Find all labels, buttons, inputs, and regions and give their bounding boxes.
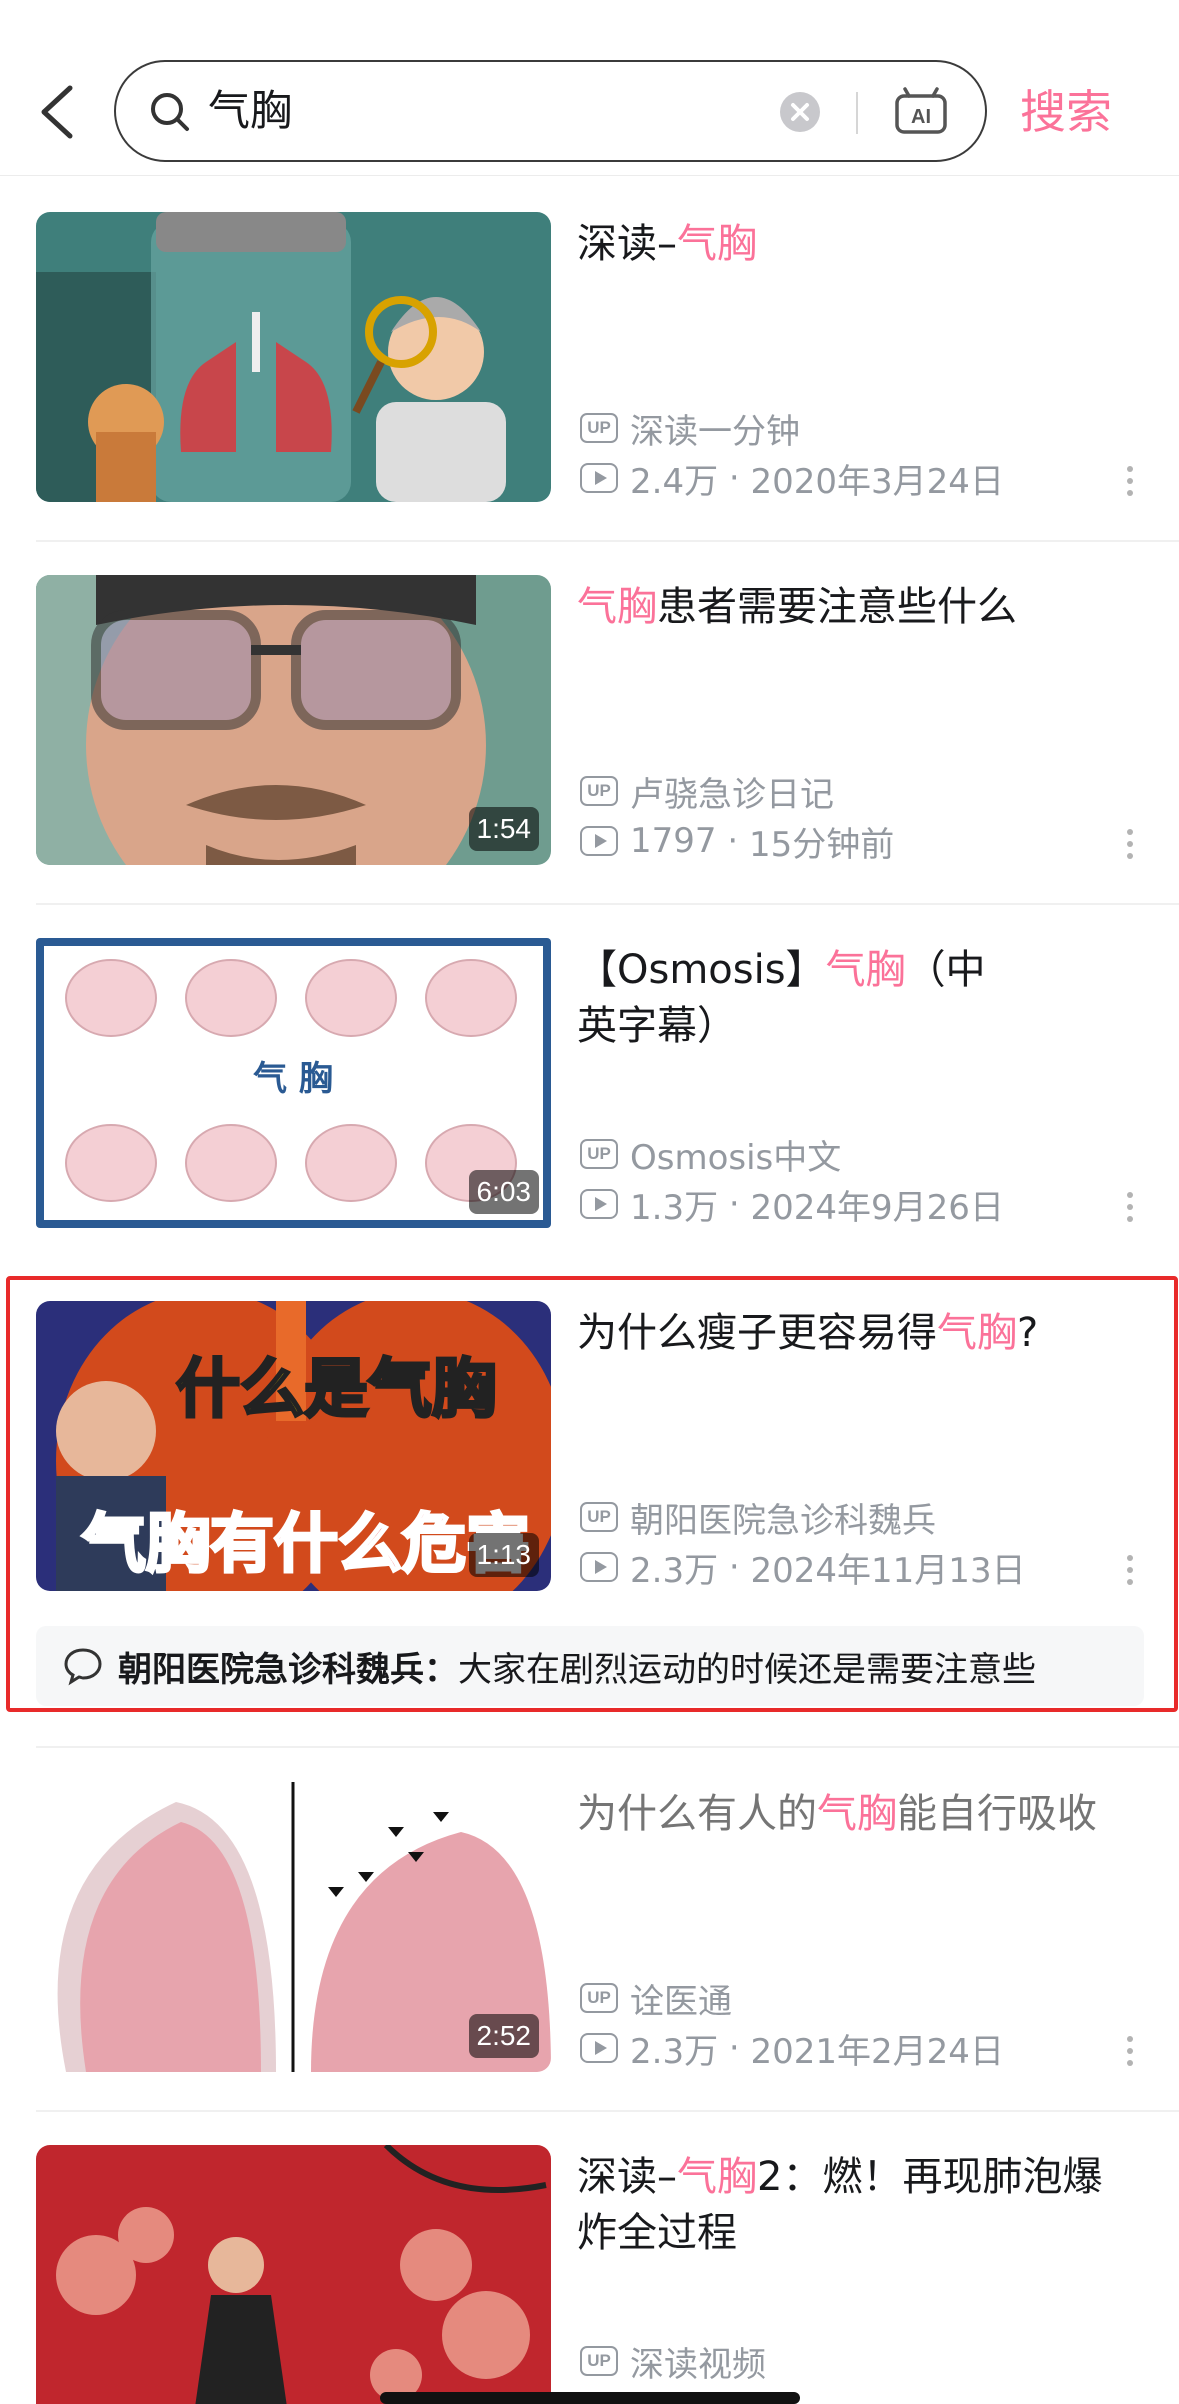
uploader-name: 深读一分钟	[630, 411, 800, 452]
more-options-icon[interactable]	[1124, 2036, 1136, 2076]
search-input[interactable]	[208, 78, 848, 144]
video-title[interactable]: 气胸患者需要注意些什么	[577, 579, 1147, 635]
view-count: 1797	[630, 821, 717, 861]
more-options-icon[interactable]	[1124, 466, 1136, 506]
search-button[interactable]: 搜索	[1020, 80, 1160, 144]
meta-separator: ·	[716, 821, 749, 861]
meta-row: 2.3万 · 2021年2月24日	[580, 2026, 1004, 2072]
publish-date: 2021年2月24日	[750, 2031, 1004, 2072]
title-text: 深读–	[577, 2154, 677, 2200]
view-count: 2.4万	[630, 461, 719, 502]
video-title[interactable]: 深读–气胸	[577, 216, 1147, 272]
meta-separator: ·	[718, 2028, 751, 2068]
highlight-annotation	[6, 1276, 1178, 1712]
ai-search-icon[interactable]: AI	[893, 86, 949, 138]
video-thumbnail[interactable]: 2:52	[36, 1782, 551, 2072]
search-header: AI 搜索	[0, 0, 1179, 176]
clear-icon[interactable]	[780, 92, 820, 132]
uploader-row[interactable]: UP 深读一分钟	[580, 406, 800, 452]
divider	[36, 1746, 1179, 1748]
video-duration: 2:52	[468, 2014, 539, 2058]
up-icon: UP	[580, 1983, 618, 2013]
video-thumbnail[interactable]: 气 胸 6:03	[36, 938, 551, 1228]
meta-row: 1.3万 · 2024年9月26日	[580, 1182, 1004, 1228]
search-bar[interactable]: AI	[114, 60, 987, 162]
uploader-name: Osmosis中文	[630, 1137, 842, 1178]
title-keyword: 气胸	[677, 2154, 757, 2200]
play-count-icon	[580, 2033, 618, 2063]
view-count: 2.3万	[630, 2031, 719, 2072]
title-keyword: 气胸	[817, 1791, 897, 1837]
divider	[36, 2110, 1179, 2112]
ai-label: AI	[911, 106, 931, 128]
video-thumbnail[interactable]	[36, 2145, 551, 2404]
video-thumbnail[interactable]: 1:54	[36, 575, 551, 865]
more-options-icon[interactable]	[1124, 1192, 1136, 1232]
title-text: 能自行吸收	[897, 1791, 1097, 1837]
play-count-icon	[580, 1189, 618, 1219]
publish-date: 15分钟前	[748, 824, 895, 865]
title-keyword: 气胸	[577, 584, 657, 630]
video-thumbnail[interactable]	[36, 212, 551, 502]
video-title[interactable]: 深读–气胸2：燃！再现肺泡爆炸全过程	[577, 2149, 1137, 2261]
title-text: 深读–	[577, 221, 677, 267]
up-icon: UP	[580, 2346, 618, 2376]
uploader-row[interactable]: UP 诠医通	[580, 1976, 732, 2022]
title-text: 【Osmosis】	[577, 947, 826, 993]
up-icon: UP	[580, 413, 618, 443]
uploader-name: 深读视频	[630, 2344, 766, 2385]
video-title[interactable]: 【Osmosis】气胸（中英字幕）	[577, 942, 1017, 1054]
divider	[36, 903, 1179, 905]
meta-separator: ·	[718, 1184, 751, 1224]
uploader-row[interactable]: UP 卢骁急诊日记	[580, 769, 834, 815]
meta-separator: ·	[718, 458, 751, 498]
uploader-row[interactable]: UP 深读视频	[580, 2339, 766, 2385]
video-duration: 1:54	[468, 807, 539, 851]
uploader-name: 诠医通	[630, 1981, 732, 2022]
meta-row: 1797 · 15分钟前	[580, 819, 895, 865]
search-icon	[151, 93, 189, 131]
divider	[856, 92, 858, 134]
thumbnail-caption: 气 胸	[252, 1059, 333, 1099]
video-duration: 6:03	[468, 1170, 539, 1214]
more-options-icon[interactable]	[1124, 829, 1136, 869]
meta-row: 2.4万 · 2020年3月24日	[580, 456, 1004, 502]
home-indicator	[380, 2392, 800, 2404]
title-keyword: 气胸	[677, 221, 757, 267]
play-count-icon	[580, 463, 618, 493]
video-title[interactable]: 为什么有人的气胸能自行吸收	[577, 1786, 1147, 1842]
divider	[36, 540, 1179, 542]
uploader-row[interactable]: UP Osmosis中文	[580, 1132, 842, 1178]
title-keyword: 气胸	[825, 947, 906, 993]
title-text: 患者需要注意些什么	[657, 584, 1017, 630]
uploader-name: 卢骁急诊日记	[630, 774, 834, 815]
publish-date: 2024年9月26日	[750, 1187, 1004, 1228]
up-icon: UP	[580, 1139, 618, 1169]
up-icon: UP	[580, 776, 618, 806]
title-text: 为什么有人的	[577, 1791, 817, 1837]
publish-date: 2020年3月24日	[750, 461, 1004, 502]
play-count-icon	[580, 826, 618, 856]
back-arrow-icon[interactable]	[34, 82, 82, 142]
view-count: 1.3万	[630, 1187, 719, 1228]
